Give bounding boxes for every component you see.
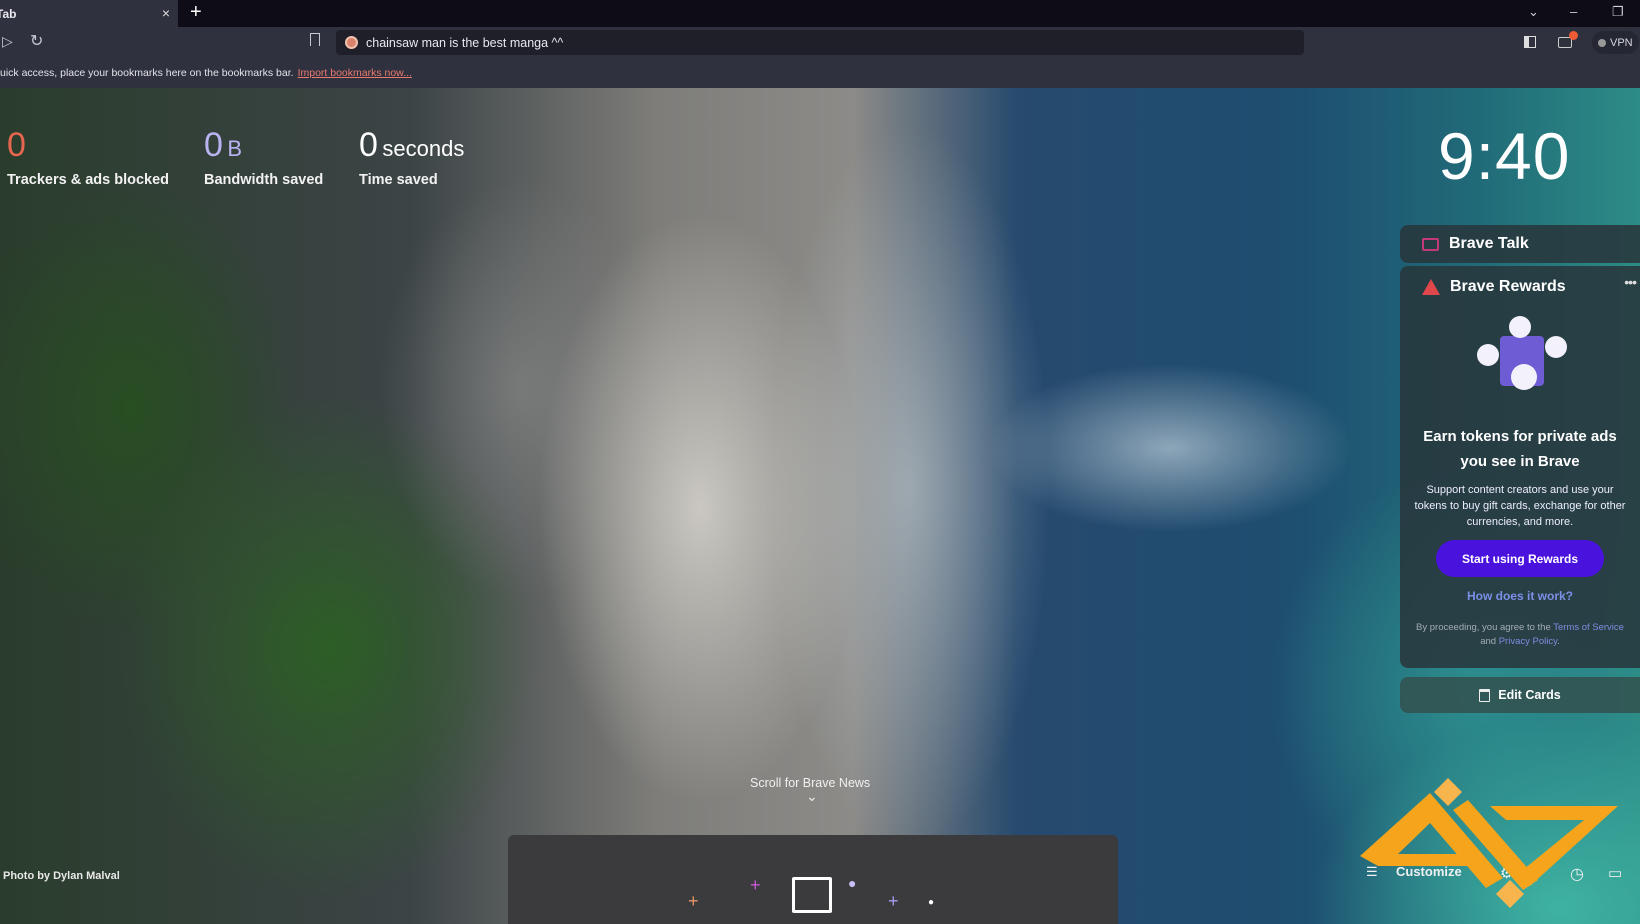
watermark-logo <box>1360 778 1618 908</box>
brave-shield-icon[interactable] <box>345 36 358 49</box>
bookmarks-bar: uick access, place your bookmarks here o… <box>0 58 1640 88</box>
stat-value: 0 <box>7 126 26 164</box>
stat-label: Time saved <box>359 172 438 188</box>
tab-strip: Tab × + ⌄ – ❐ <box>0 0 1640 27</box>
vpn-button[interactable]: VPN <box>1592 31 1639 54</box>
legal-text: . <box>1557 636 1560 647</box>
address-text[interactable]: chainsaw man is the best manga ^^ <box>366 36 563 50</box>
search-bubble-icon <box>1545 336 1567 358</box>
notification-badge <box>1569 31 1578 40</box>
brave-talk-card[interactable]: Brave Talk <box>1400 225 1640 263</box>
sparkle-icon: + <box>688 891 699 911</box>
tab-new-tab[interactable]: Tab × <box>0 0 178 27</box>
import-bookmarks-link[interactable]: Import bookmarks now... <box>298 67 412 79</box>
news-bubble-icon <box>1477 344 1499 366</box>
legal-text: By proceeding, you agree to the <box>1416 622 1554 633</box>
edit-cards-button[interactable]: Edit Cards <box>1400 677 1640 713</box>
toolbar: ▷ ↻ chainsaw man is the best manga ^^ VP… <box>0 27 1640 58</box>
new-tab-button[interactable]: + <box>190 1 202 24</box>
rewards-headline: Earn tokens for private ads you see in B… <box>1423 428 1617 470</box>
clock: 9:40 <box>1438 119 1571 193</box>
stat-label: Trackers & ads blocked <box>7 172 169 188</box>
sparkle-icon: + <box>750 875 761 895</box>
logo-diamond-top <box>1434 778 1462 806</box>
tab-title: Tab <box>0 6 17 21</box>
sparkle-icon: + <box>888 891 899 911</box>
brave-news-panel: + + + ● ● <box>508 835 1118 924</box>
chevron-down-icon[interactable]: ⌄ <box>806 788 818 805</box>
photo-credit: Photo by Dylan Malval <box>3 870 120 882</box>
restore-button[interactable]: ❐ <box>1612 4 1624 20</box>
edit-cards-label: Edit Cards <box>1498 688 1561 702</box>
bookmark-icon[interactable] <box>310 33 320 46</box>
stat-label: Bandwidth saved <box>204 172 324 188</box>
sidebar-toggle-icon[interactable] <box>1524 36 1536 48</box>
vpn-status-icon <box>1598 38 1606 47</box>
brave-rewards-icon <box>1422 279 1440 295</box>
rewards-illustration <box>1465 306 1575 396</box>
reload-icon[interactable]: ↻ <box>30 31 43 51</box>
terms-link[interactable]: Terms of Service <box>1553 622 1624 633</box>
rewards-title: Brave Rewards <box>1450 278 1566 295</box>
how-does-it-work-link[interactable]: How does it work? <box>1400 589 1640 603</box>
edit-cards-icon <box>1479 688 1491 702</box>
forward-icon[interactable]: ▷ <box>2 33 13 50</box>
credit-author[interactable]: Dylan Malval <box>53 870 120 882</box>
rewards-description: Support content creators and use your to… <box>1414 484 1626 528</box>
dot-icon: ● <box>848 875 857 891</box>
legal-text: and <box>1480 636 1499 647</box>
brave-talk-title: Brave Talk <box>1449 235 1529 252</box>
close-tab-icon[interactable]: × <box>162 5 170 21</box>
ad-bubble-icon <box>1509 316 1531 338</box>
stat-unit: seconds <box>382 136 465 161</box>
stat-time: 0 seconds Time saved <box>359 128 464 188</box>
brave-rewards-card: Brave Rewards ••• Earn tokens for privat… <box>1400 266 1640 668</box>
more-options-icon[interactable]: ••• <box>1624 274 1637 290</box>
video-camera-icon <box>1422 237 1439 251</box>
stat-trackers: 0 Trackers & ads blocked <box>7 128 169 188</box>
credit-prefix: Photo by <box>3 870 54 882</box>
stat-unit: B <box>227 136 243 161</box>
background-wallpaper: 0 Trackers & ads blocked 0 B Bandwidth s… <box>0 88 1640 924</box>
tab-search-chevron-icon[interactable]: ⌄ <box>1528 4 1539 20</box>
stat-value: 0 <box>359 126 378 164</box>
news-book-icon <box>792 877 832 913</box>
stat-bandwidth: 0 B Bandwidth saved <box>204 128 323 188</box>
bookmarks-message: uick access, place your bookmarks here o… <box>0 67 294 79</box>
dot-icon: ● <box>928 897 935 908</box>
start-using-rewards-button[interactable]: Start using Rewards <box>1436 540 1604 577</box>
address-bar[interactable]: chainsaw man is the best manga ^^ <box>336 30 1304 55</box>
privacy-link[interactable]: Privacy Policy <box>1499 636 1557 647</box>
legal-notice: By proceeding, you agree to the Terms of… <box>1400 621 1640 649</box>
bat-bubble-icon <box>1511 364 1537 390</box>
stat-value: 0 <box>204 126 223 164</box>
minimize-button[interactable]: – <box>1570 4 1577 19</box>
vpn-label: VPN <box>1610 36 1633 49</box>
